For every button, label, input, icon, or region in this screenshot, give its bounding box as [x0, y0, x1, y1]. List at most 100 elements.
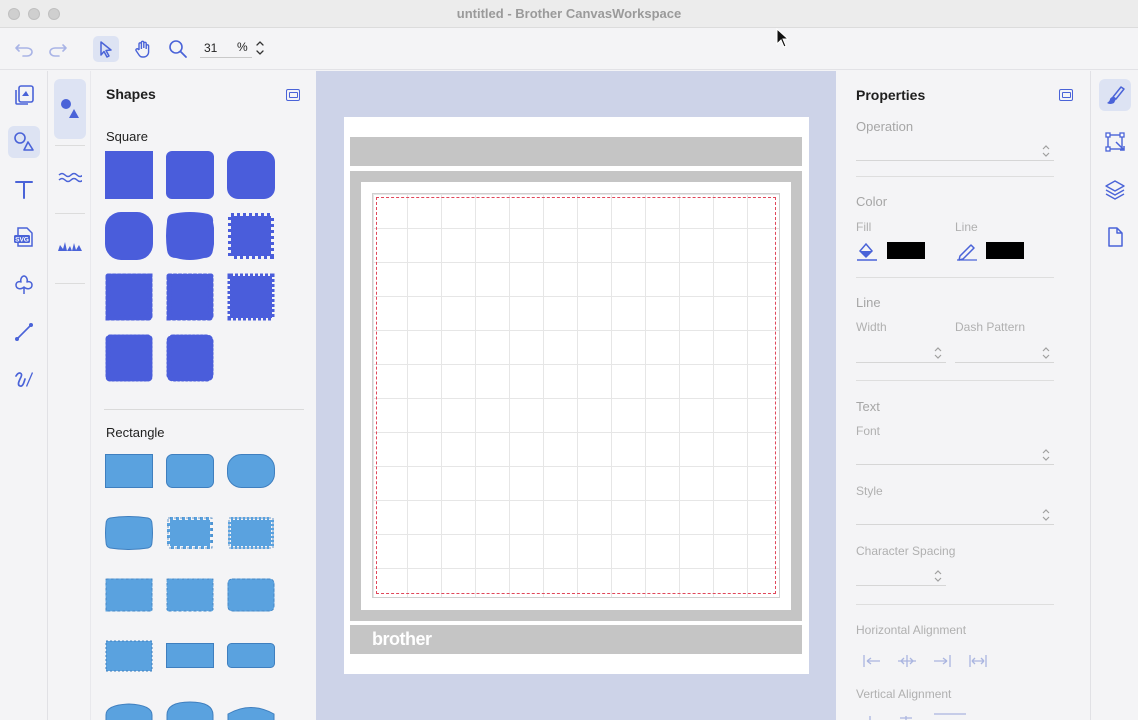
canvas-sheet[interactable]: brother [344, 117, 809, 674]
square-rounded-small-shape[interactable] [166, 151, 214, 199]
category-divider [55, 145, 85, 146]
line-color-label: Line [955, 220, 978, 234]
app-window: untitled - Brother CanvasWorkspace % [0, 0, 1138, 720]
rectangle-dashed-shape[interactable] [105, 640, 153, 672]
title-bar: untitled - Brother CanvasWorkspace [0, 0, 1138, 28]
undo-button[interactable] [11, 36, 37, 62]
rectangle-bulged-shape[interactable] [227, 704, 275, 720]
dash-pattern-label: Dash Pattern [955, 320, 1026, 334]
transform-tab-button[interactable] [1099, 126, 1131, 158]
pattern-icon [58, 242, 82, 251]
freehand-icon [15, 372, 33, 387]
fill-color-swatch[interactable] [887, 242, 925, 259]
vertical-align-icons[interactable] [862, 711, 982, 720]
horizontal-alignment-label: Horizontal Alignment [856, 623, 967, 637]
undock-panel-icon[interactable] [286, 89, 300, 101]
line-color-swatch[interactable] [986, 242, 1024, 259]
layers-icon [1105, 180, 1125, 200]
rail-projects-button[interactable] [8, 79, 40, 111]
rail-tracing-button[interactable] [8, 269, 40, 301]
section-label-square: Square [106, 129, 148, 144]
dash-pattern-select[interactable] [955, 343, 1054, 363]
character-spacing-label: Character Spacing [856, 544, 956, 558]
width-label: Width [856, 320, 887, 334]
mat-grid [372, 193, 780, 598]
undock-properties-icon[interactable] [1059, 89, 1073, 101]
properties-divider [856, 380, 1054, 381]
character-spacing-stepper[interactable] [856, 566, 946, 586]
transform-icon [1105, 132, 1125, 152]
align-center-icon[interactable] [896, 653, 918, 669]
layers-tab-button[interactable] [1099, 174, 1131, 206]
fill-label: Fill [856, 220, 872, 234]
redo-button[interactable] [45, 36, 71, 62]
rectangle-scalloped-fine-shape[interactable] [166, 578, 214, 612]
rail-svg-button[interactable]: SVG [8, 221, 40, 253]
line-width-stepper[interactable] [856, 343, 946, 363]
square-zigzag-shape[interactable] [227, 212, 275, 260]
square-notched-shape[interactable] [227, 273, 275, 321]
rectangle-zigzag-shape[interactable] [166, 516, 214, 550]
page-tab-button[interactable] [1099, 221, 1131, 253]
rail-freehand-button[interactable] [8, 363, 40, 395]
rectangle-wide-shape[interactable] [166, 643, 214, 669]
select-arrows-icon [1042, 145, 1050, 157]
align-left-icon[interactable] [862, 653, 882, 669]
style-label: Style [856, 484, 883, 498]
rectangle-wavy-shape[interactable] [227, 578, 275, 612]
select-tool-button[interactable] [93, 36, 119, 62]
category-basic-shapes[interactable] [54, 79, 86, 139]
left-tool-rail: SVG [0, 71, 48, 720]
undo-icon [15, 44, 33, 57]
cutting-mat[interactable] [350, 171, 802, 621]
rail-line-button[interactable] [8, 316, 40, 348]
align-justify-icon[interactable] [968, 653, 988, 669]
category-patterns[interactable] [54, 217, 86, 277]
redo-icon [49, 44, 67, 57]
square-scalloped-shape[interactable] [105, 273, 153, 321]
svg-text:SVG: SVG [15, 237, 29, 244]
style-select[interactable] [856, 505, 1054, 525]
rectangle-wide-rounded-shape[interactable] [227, 643, 275, 669]
square-shape[interactable] [105, 151, 153, 199]
rail-shapes-button[interactable] [8, 126, 40, 158]
rectangle-scalloped-shape[interactable] [105, 578, 153, 612]
select-arrows-icon [1042, 347, 1050, 359]
rectangle-cushion-shape[interactable] [105, 516, 153, 550]
rectangle-rounded-shape[interactable] [227, 454, 275, 488]
square-scalloped-fine-shape[interactable] [166, 273, 214, 321]
font-select[interactable] [856, 445, 1054, 465]
square-cushion-shape[interactable] [166, 212, 214, 260]
rectangle-dome-shape[interactable] [166, 701, 214, 720]
magnifier-icon [169, 40, 187, 58]
text-icon [15, 181, 33, 199]
mat-bottom-band: brother [350, 625, 802, 654]
rectangle-arched-shape[interactable] [105, 703, 153, 720]
rectangle-shape[interactable] [105, 454, 153, 488]
canvas-area[interactable]: brother [316, 71, 836, 720]
properties-title: Properties [856, 87, 926, 103]
shapes-icon [14, 132, 34, 151]
square-rounded-shape[interactable] [227, 151, 275, 199]
rectangle-rounded-small-shape[interactable] [166, 454, 214, 488]
paintbrush-icon [1107, 86, 1125, 104]
square-wavy-shape[interactable] [105, 334, 153, 382]
operation-select[interactable] [856, 141, 1054, 161]
hand-icon [135, 40, 150, 58]
category-divider [55, 283, 85, 284]
zoom-tool-button[interactable] [165, 36, 191, 62]
zoom-stepper[interactable] [254, 38, 266, 58]
rail-text-button[interactable] [8, 173, 40, 205]
shapes-panel: Shapes Square Rectangle [92, 71, 316, 720]
hand-tool-button[interactable] [130, 36, 156, 62]
properties-divider [856, 277, 1054, 278]
rectangle-notched-shape[interactable] [227, 516, 275, 550]
category-borders[interactable] [54, 149, 86, 209]
square-very-rounded-shape[interactable] [105, 212, 153, 260]
align-right-icon[interactable] [932, 653, 952, 669]
section-label-rectangle: Rectangle [106, 425, 165, 440]
zoom-unit-label: % [237, 40, 248, 54]
vertical-alignment-label: Vertical Alignment [856, 687, 952, 701]
square-wavy-rounded-shape[interactable] [166, 334, 214, 382]
properties-tab-button[interactable] [1099, 79, 1131, 111]
